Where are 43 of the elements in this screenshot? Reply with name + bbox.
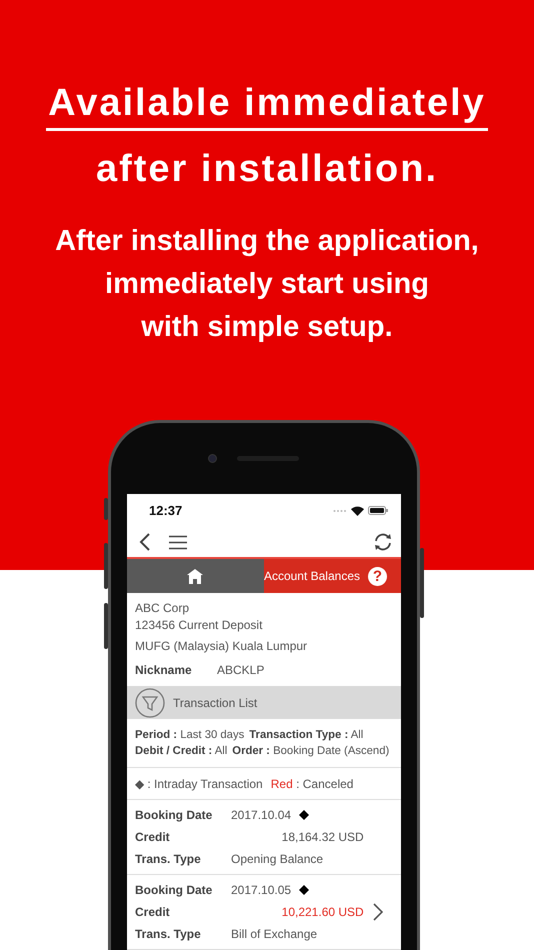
field-label: Credit [135,905,171,919]
wifi-icon [351,506,364,516]
headline-title: after installation. [94,147,440,192]
branch-name: MUFG (Malaysia) Kuala Lumpur [135,638,308,655]
chevron-icon[interactable] [373,903,384,921]
field-label: Booking Date [135,883,214,897]
filter-icon[interactable] [135,688,165,718]
filter-condition: Debit / Credit : All [135,744,228,759]
booking-date: 2017.10.04 [231,808,292,822]
status-time: 12:37 [149,503,182,518]
amount: 18,164.32 USD [280,830,364,844]
home-button[interactable] [127,559,264,593]
help-button[interactable]: ? [368,566,387,586]
subtitle: After installing the application, immediately start using with simple setup. [55,224,479,345]
field-value: ABCKLP [217,662,264,679]
legend-text: : Canceled [296,776,354,790]
menu-icon[interactable] [169,534,187,550]
signal-icon [333,508,347,512]
account-number: 123456 Current Deposit [135,617,262,634]
field-label: Trans. Type [135,852,202,866]
section-title: Transaction List [173,696,258,710]
booking-date: 2017.10.05 [231,883,292,897]
battery-icon [368,506,388,515]
transaction-type: Bill of Exchange [231,927,318,941]
legend-key: Red [270,776,293,790]
legend-text: ◆ : Intraday Transaction [135,776,263,790]
back-icon[interactable] [139,533,151,551]
transaction-type: Opening Balance [231,852,324,866]
field-label: Credit [135,830,171,844]
account-name: ABC Corp [135,600,190,617]
headline-title: Available immediately [46,80,488,131]
refresh-icon[interactable] [373,533,393,551]
filter-condition: Period : Last 30 days [135,728,244,743]
filter-condition: Transaction Type : All [249,728,364,743]
transaction-list-bar[interactable]: Transaction List [127,686,401,719]
amount: 10,221.60 USD [280,905,364,919]
field-label: Nickname [135,662,193,679]
camera-icon [208,454,216,463]
field-label: Booking Date [135,808,214,822]
field-label: Trans. Type [135,927,202,941]
home-icon [187,568,204,584]
screen-title: Account Balances [264,569,360,583]
filter-condition: Order : Booking Date (Ascend) [232,744,390,759]
